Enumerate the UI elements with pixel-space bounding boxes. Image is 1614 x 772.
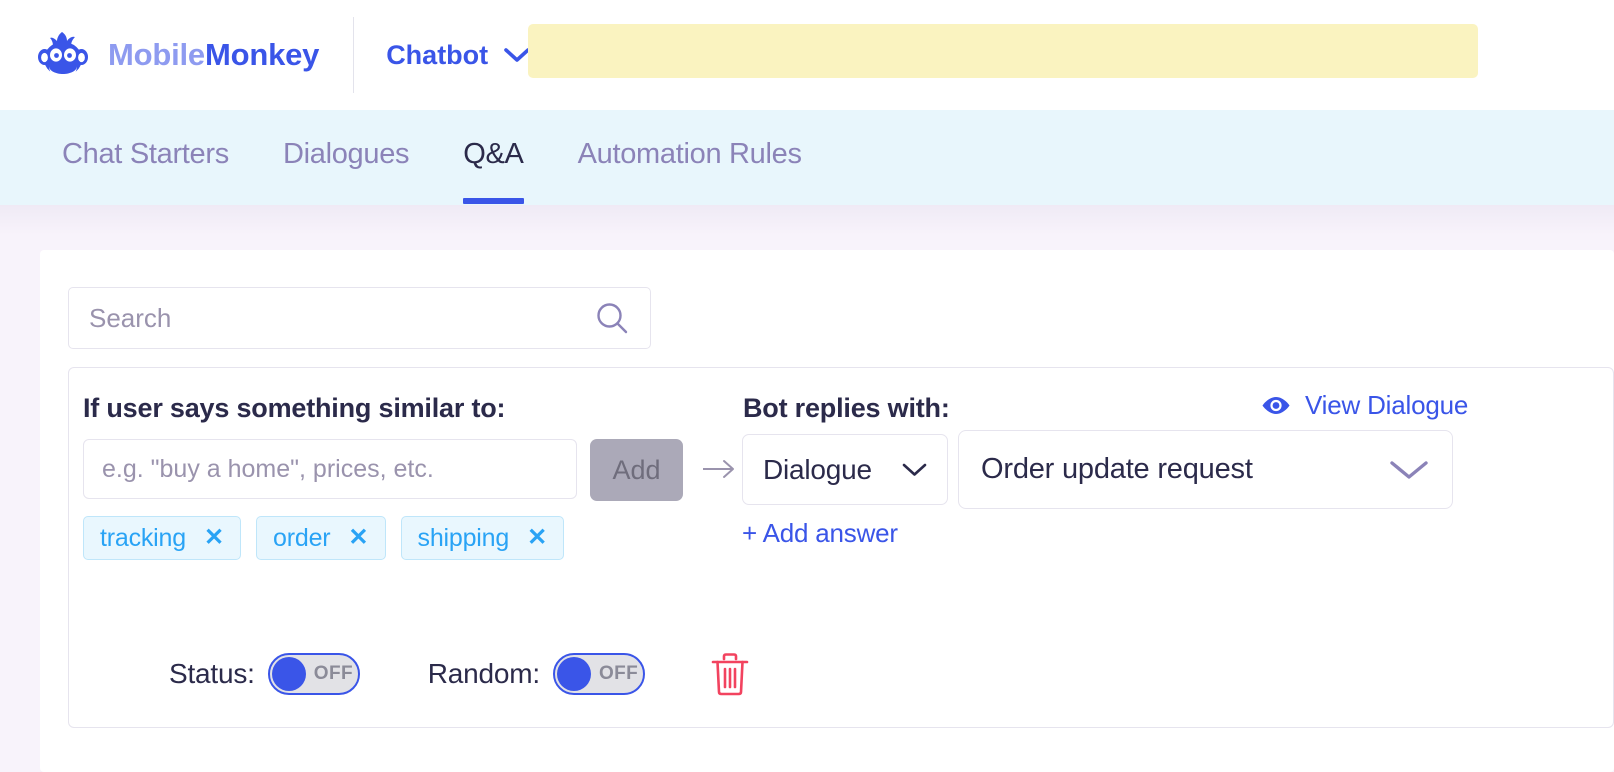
keyword-chip-list: tracking ✕ order ✕ shipping ✕ (83, 516, 565, 560)
brand-name: MobileMonkey (108, 37, 319, 73)
keyword-chip-label: tracking (100, 523, 186, 552)
keyword-chip-label: shipping (417, 523, 510, 552)
notification-banner[interactable] (528, 24, 1478, 78)
search-input[interactable] (89, 302, 594, 334)
chevron-down-icon (1390, 460, 1428, 479)
keyword-input[interactable] (83, 439, 577, 499)
status-toggle-group: Status: OFF (169, 653, 360, 695)
arrow-right-icon (703, 460, 734, 478)
trigger-label: If user says something similar to: (83, 393, 506, 423)
trash-icon (711, 653, 749, 696)
random-toggle-knob (556, 657, 591, 691)
keyword-chip[interactable]: tracking ✕ (83, 516, 242, 560)
workspace-selector[interactable]: Chatbot (386, 40, 530, 71)
random-toggle[interactable]: OFF (552, 653, 645, 695)
status-toggle[interactable]: OFF (267, 653, 360, 695)
tab-chat-starters[interactable]: Chat Starters (62, 138, 229, 204)
search-box[interactable] (68, 287, 651, 349)
add-keyword-button[interactable]: Add (590, 439, 683, 501)
add-answer-link[interactable]: + Add answer (742, 518, 898, 549)
qa-rule-card: If user says something similar to: Bot r… (68, 367, 1614, 728)
keyword-chip[interactable]: order ✕ (256, 516, 386, 560)
chevron-down-icon (504, 47, 530, 62)
mobilemonkey-chatbot-app: MobileMonkey Chatbot Chat Starters Dialo… (0, 0, 1614, 772)
reply-label: Bot replies with: (743, 393, 950, 423)
tab-automation-rules[interactable]: Automation Rules (578, 138, 802, 204)
random-toggle-group: Random: OFF (428, 653, 645, 695)
keyword-chip-label: order (273, 523, 331, 552)
answer-dialogue-select[interactable]: Order update request (958, 430, 1453, 509)
answer-dialogue-value: Order update request (981, 453, 1253, 485)
card-footer-controls: Status: OFF Random: OFF (169, 651, 751, 697)
close-icon[interactable]: ✕ (348, 526, 368, 550)
content-panel: If user says something similar to: Bot r… (40, 250, 1614, 772)
view-dialogue-label: View Dialogue (1305, 390, 1469, 420)
random-toggle-state: OFF (598, 663, 639, 684)
answer-type-value: Dialogue (763, 453, 872, 485)
brand-name-second: Monkey (204, 37, 320, 72)
status-toggle-knob (271, 657, 306, 691)
status-toggle-caption: Status: (169, 658, 255, 689)
tab-qa[interactable]: Q&A (463, 138, 524, 204)
brand-logo-group[interactable]: MobileMonkey (0, 0, 319, 110)
workspace-label: Chatbot (386, 39, 489, 70)
close-icon[interactable]: ✕ (204, 526, 224, 550)
search-icon[interactable] (594, 300, 630, 336)
top-bar: MobileMonkey Chatbot (0, 0, 1614, 110)
eye-icon (1262, 397, 1290, 414)
monkey-head-icon (38, 32, 88, 79)
chevron-down-icon (902, 463, 927, 476)
view-dialogue-link[interactable]: View Dialogue (1261, 390, 1468, 421)
keyword-chip[interactable]: shipping ✕ (400, 516, 565, 560)
section-tabs: Chat Starters Dialogues Q&A Automation R… (0, 110, 1614, 205)
tab-dialogues[interactable]: Dialogues (283, 138, 410, 204)
answer-type-select[interactable]: Dialogue (742, 434, 948, 505)
status-toggle-state: OFF (313, 663, 353, 684)
random-toggle-caption: Random: (427, 658, 540, 689)
header-divider (353, 17, 355, 93)
delete-rule-button[interactable] (709, 651, 751, 697)
page-body: If user says something similar to: Bot r… (0, 205, 1614, 772)
brand-name-first: Mobile (108, 37, 205, 72)
close-icon[interactable]: ✕ (527, 526, 547, 550)
